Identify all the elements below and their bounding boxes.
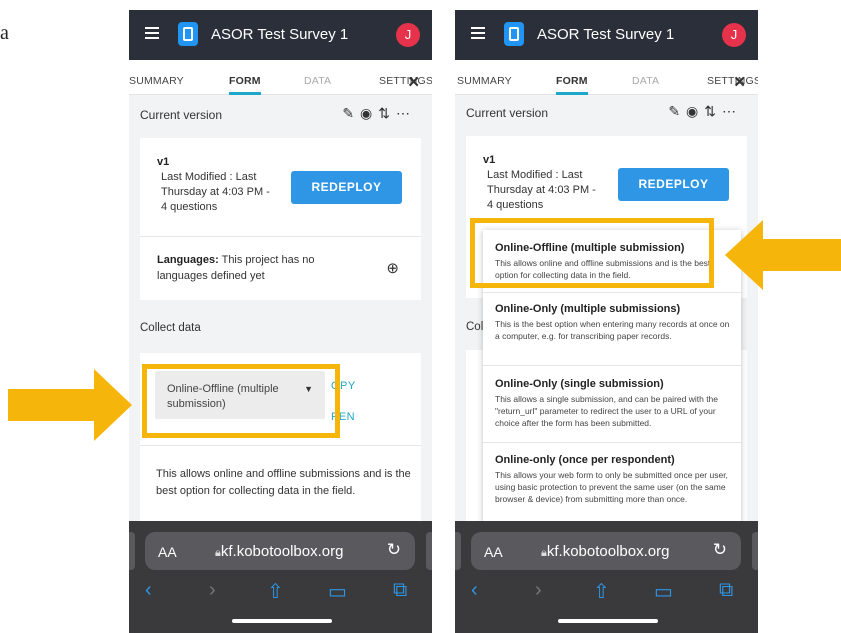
app-title: ASOR Test Survey 1 — [537, 26, 675, 43]
tab-form[interactable]: FORM — [556, 75, 588, 95]
option-description: This is the best option when entering ma… — [495, 319, 730, 341]
option-description: This allows a single submission, and can… — [495, 394, 719, 428]
avatar[interactable]: J — [396, 23, 420, 47]
collect-description: This allows online and offline submissio… — [156, 468, 411, 497]
tab-bar: SUMMARY FORM DATA SETTINGS ✕ — [455, 60, 758, 95]
reload-icon[interactable]: ↻ — [387, 540, 401, 560]
arrow-right-icon — [8, 369, 132, 441]
tab-bar: SUMMARY FORM DATA SETTINGS ✕ — [129, 60, 432, 95]
url-value: kf.kobotoolbox.org — [220, 543, 344, 560]
reload-icon[interactable]: ↻ — [713, 540, 727, 560]
address-bar[interactable]: AA 🔒︎kf.kobotoolbox.org ↻ — [145, 532, 415, 570]
version-actions: ✎◉⇅⋯ — [668, 103, 742, 120]
option-online-only-multiple[interactable]: Online-Only (multiple submissions) This … — [495, 303, 733, 342]
tab-data[interactable]: DATA — [632, 75, 659, 87]
phone-screen-right: ASOR Test Survey 1 J SUMMARY FORM DATA S… — [455, 10, 758, 633]
forward-icon[interactable]: › — [535, 579, 542, 602]
languages-label: Languages: — [157, 254, 219, 266]
eye-icon[interactable]: ◉ — [686, 103, 704, 119]
address-bar[interactable]: AA 🔒︎kf.kobotoolbox.org ↻ — [471, 532, 741, 570]
browser-chrome: AA 🔒︎kf.kobotoolbox.org ↻ ‹ › ⇧ ▭ ⧉ — [455, 521, 758, 633]
tabs-icon[interactable]: ⧉ — [719, 579, 733, 602]
next-tab-pill — [752, 532, 758, 570]
url-text: 🔒︎kf.kobotoolbox.org — [541, 543, 669, 560]
more-icon[interactable]: ⋯ — [722, 103, 742, 119]
highlight-box-option — [470, 218, 714, 288]
divider — [483, 365, 741, 366]
app-header: ASOR Test Survey 1 J — [455, 10, 758, 60]
tab-summary[interactable]: SUMMARY — [457, 75, 512, 87]
divider — [483, 292, 741, 293]
kobo-logo-icon — [178, 22, 198, 46]
app-title: ASOR Test Survey 1 — [211, 26, 349, 43]
tab-summary[interactable]: SUMMARY — [129, 75, 184, 87]
close-icon[interactable]: ✕ — [733, 73, 746, 91]
back-icon[interactable]: ‹ — [145, 579, 152, 602]
version-actions: ✎◉⇅⋯ — [342, 105, 416, 122]
option-title: Online-only (once per respondent) — [495, 454, 675, 466]
more-icon[interactable]: ⋯ — [396, 105, 416, 121]
deploy-icon[interactable]: ⇅ — [704, 103, 722, 119]
pencil-icon[interactable]: ✎ — [668, 103, 686, 119]
redeploy-button[interactable]: REDEPLOY — [291, 171, 402, 204]
redeploy-button[interactable]: REDEPLOY — [618, 168, 729, 201]
divider — [140, 445, 421, 446]
share-icon[interactable]: ⇧ — [267, 579, 284, 604]
kobo-logo-icon — [504, 22, 524, 46]
version-card: v1 Last Modified : Last Thursday at 4:03… — [140, 138, 421, 300]
last-modified: Last Modified : Last Thursday at 4:03 PM… — [487, 169, 596, 211]
last-modified: Last Modified : Last Thursday at 4:03 PM… — [161, 171, 270, 213]
next-tab-pill — [426, 532, 432, 570]
eye-icon[interactable]: ◉ — [360, 105, 378, 121]
languages-text: Languages: This project has no languages… — [157, 252, 347, 284]
version-name: v1 — [157, 156, 170, 168]
back-icon[interactable]: ‹ — [471, 579, 478, 602]
arrow-left-icon — [725, 220, 841, 290]
reader-aa-button[interactable]: AA — [158, 544, 177, 560]
option-once-per-respondent[interactable]: Online-only (once per respondent) This a… — [495, 454, 733, 505]
highlight-box-select — [142, 364, 340, 438]
figure-label: a — [0, 22, 9, 44]
prev-tab-pill — [129, 532, 135, 570]
tab-settings[interactable]: SETTINGS — [379, 75, 432, 87]
forward-icon[interactable]: › — [209, 579, 216, 602]
current-version-label: Current version — [140, 108, 223, 122]
globe-icon[interactable]: ⊕ — [386, 259, 399, 277]
url-text: 🔒︎kf.kobotoolbox.org — [215, 543, 343, 560]
option-title: Online-Only (single submission) — [495, 378, 664, 390]
share-icon[interactable]: ⇧ — [593, 579, 610, 604]
tab-form[interactable]: FORM — [229, 75, 261, 95]
pencil-icon[interactable]: ✎ — [342, 105, 360, 121]
phone-screen-left: ASOR Test Survey 1 J SUMMARY FORM DATA S… — [129, 10, 432, 633]
option-online-only-single[interactable]: Online-Only (single submission) This all… — [495, 378, 733, 429]
option-title: Online-Only (multiple submissions) — [495, 303, 681, 315]
hamburger-menu-icon[interactable] — [471, 27, 485, 39]
version-name: v1 — [483, 154, 496, 166]
bookmarks-icon[interactable]: ▭ — [328, 579, 347, 604]
home-indicator — [558, 619, 658, 623]
hamburger-menu-icon[interactable] — [145, 27, 159, 39]
bookmarks-icon[interactable]: ▭ — [654, 579, 673, 604]
current-version-label: Current version — [466, 106, 549, 120]
prev-tab-pill — [455, 532, 461, 570]
close-icon[interactable]: ✕ — [407, 73, 420, 91]
deploy-icon[interactable]: ⇅ — [378, 105, 396, 121]
url-value: kf.kobotoolbox.org — [546, 543, 670, 560]
collect-data-label: Col — [466, 321, 484, 333]
reader-aa-button[interactable]: AA — [484, 544, 503, 560]
app-header: ASOR Test Survey 1 J — [129, 10, 432, 60]
home-indicator — [232, 619, 332, 623]
tabs-icon[interactable]: ⧉ — [393, 579, 407, 602]
divider — [140, 236, 421, 237]
avatar[interactable]: J — [722, 23, 746, 47]
divider — [483, 442, 741, 443]
collect-data-label: Collect data — [140, 322, 201, 334]
tab-data[interactable]: DATA — [304, 75, 331, 87]
browser-chrome: AA 🔒︎kf.kobotoolbox.org ↻ ‹ › ⇧ ▭ ⧉ — [129, 521, 432, 633]
option-description: This allows your web form to only be sub… — [495, 470, 728, 504]
